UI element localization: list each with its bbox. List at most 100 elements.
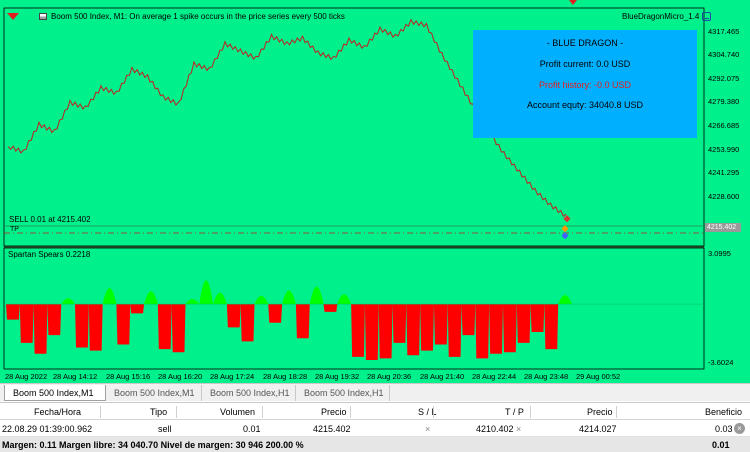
col-header[interactable]: Precio xyxy=(587,404,613,420)
col-header[interactable]: Volumen xyxy=(220,404,255,420)
indicator-tick: -3.6024 xyxy=(708,358,734,367)
expert-icon xyxy=(702,12,712,21)
current-price-tag: 4215.402 xyxy=(705,223,741,232)
indicator-bar xyxy=(185,298,200,305)
indicator-bar xyxy=(130,304,145,314)
indicator-bar xyxy=(378,304,393,359)
indicator-bar xyxy=(75,304,89,348)
indicator-bar xyxy=(406,304,421,356)
remove-tp-icon[interactable]: × xyxy=(516,421,521,437)
time-tick: 28 Aug 15:16 xyxy=(106,372,151,381)
time-tick: 28 Aug 17:24 xyxy=(210,372,255,381)
indicator-bar xyxy=(323,304,338,312)
indicator-bar xyxy=(544,304,559,350)
indicator-bar xyxy=(157,304,172,350)
chart-window[interactable]: Boom 500 Index, M1: On average 1 spike o… xyxy=(0,0,750,383)
chart-title: Boom 500 Index, M1: On average 1 spike o… xyxy=(39,12,345,21)
indicator-bar xyxy=(199,280,214,305)
indicator-bar xyxy=(144,291,158,305)
indicator-bar xyxy=(392,304,407,343)
time-tick: 28 Aug 16:20 xyxy=(158,372,203,381)
trade-marker xyxy=(563,215,571,223)
trade-markers xyxy=(561,215,571,240)
indicator-bar xyxy=(502,304,517,353)
indicator-bar xyxy=(254,295,269,305)
indicator-bar xyxy=(213,292,227,305)
price-tick: 4253.990 xyxy=(708,145,740,154)
indicator-bar xyxy=(268,304,283,323)
time-tick: 29 Aug 00:52 xyxy=(576,372,621,381)
indicator-bar xyxy=(309,286,324,305)
price-tick: 4317.465 xyxy=(708,27,740,36)
indicator-bar xyxy=(226,304,241,328)
trade-tp[interactable]: 4210.402 xyxy=(476,421,514,437)
indicator-bar xyxy=(337,294,352,305)
time-tick: 28 Aug 18:28 xyxy=(263,372,308,381)
profit-current: Profit current: 0.0 USD xyxy=(539,59,631,69)
sell-order-label[interactable]: SELL 0.01 at 4215.402 xyxy=(9,215,91,224)
chart-tab[interactable]: Boom 500 Index,M1 xyxy=(4,385,106,401)
indicator-tick: 3.0995 xyxy=(708,249,731,258)
indicator-name: Spartan Spears 0.2218 xyxy=(8,250,91,259)
indicator-bar xyxy=(364,304,379,360)
col-header[interactable]: Fecha/Hora xyxy=(34,404,81,420)
indicator-bar xyxy=(489,304,503,354)
indicator-bar xyxy=(447,304,462,357)
trade-volume: 0.01 xyxy=(243,424,261,434)
time-tick: 28 Aug 20:36 xyxy=(367,372,412,381)
tp-label[interactable]: TP xyxy=(10,226,19,233)
price-tick: 4241.295 xyxy=(708,168,740,177)
price-tick: 4292.075 xyxy=(708,74,740,83)
chart-tab[interactable]: Boom 500 Index,H1 xyxy=(296,385,390,401)
indicator-bar xyxy=(116,304,131,345)
trade-current-price: 4214.027 xyxy=(579,424,617,434)
col-header[interactable]: T / P xyxy=(505,404,524,420)
col-header[interactable]: Precio xyxy=(321,404,347,420)
indicator-bar xyxy=(461,304,476,336)
trade-profit: 0.03 xyxy=(715,424,733,434)
chart-tab[interactable]: Boom 500 Index,M1 xyxy=(106,385,202,401)
remove-sl-icon[interactable]: × xyxy=(425,421,430,437)
trade-price: 4215.402 xyxy=(313,424,351,434)
expert-advisor-label[interactable]: BlueDragonMicro_1.4 xyxy=(622,12,712,21)
summary-total: 0.01 xyxy=(712,440,730,450)
indicator-bar xyxy=(171,304,186,353)
indicator-bar xyxy=(33,304,48,354)
trade-type: sell xyxy=(158,424,172,434)
account-summary: Margen: 0.11 Margen libre: 34 040.70 Niv… xyxy=(0,437,750,452)
info-title: - BLUE DRAGON - xyxy=(546,38,624,48)
chart-tab[interactable]: Boom 500 Index,H1 xyxy=(202,385,296,401)
symbol-icon xyxy=(39,13,47,20)
time-tick: 28 Aug 23:48 xyxy=(524,372,569,381)
info-panel: - BLUE DRAGON - Profit current: 0.0 USD … xyxy=(473,30,697,138)
indicator-bar xyxy=(558,295,572,305)
price-tick: 4279.380 xyxy=(708,97,740,106)
one-click-trading-icon[interactable] xyxy=(7,13,19,20)
time-tick: 28 Aug 21:40 xyxy=(420,372,465,381)
indicator-bar xyxy=(295,304,310,339)
indicator-bar xyxy=(530,304,545,333)
profit-history: Profit history: -0.0 USD xyxy=(538,80,632,90)
trade-header-row: Fecha/Hora Tipo Volumen Precio S / L T /… xyxy=(0,404,750,420)
chart-tabs: Boom 500 Index,M1 Boom 500 Index,M1 Boom… xyxy=(0,383,750,401)
indicator-bar xyxy=(61,298,76,305)
indicator-bar xyxy=(282,290,296,305)
indicator-bar xyxy=(240,304,255,342)
time-tick: 28 Aug 14:12 xyxy=(53,372,98,381)
account-equity: Account equty: 34040.8 USD xyxy=(526,100,644,110)
trade-panel: Fecha/Hora Tipo Volumen Precio S / L T /… xyxy=(0,402,750,452)
price-tick: 4266.685 xyxy=(708,121,740,130)
margin-summary: Margen: 0.11 Margen libre: 34 040.70 Niv… xyxy=(2,440,304,450)
price-tick: 4304.740 xyxy=(708,50,740,59)
indicator-bar xyxy=(433,304,448,345)
chart-shift-marker[interactable] xyxy=(569,0,577,5)
close-position-icon[interactable]: × xyxy=(734,423,745,434)
indicator-bar xyxy=(88,304,103,351)
col-header[interactable]: Tipo xyxy=(150,404,167,420)
table-row[interactable]: 22.08.29 01:39:00.962 sell 0.01 4215.402… xyxy=(0,421,750,437)
time-tick: 28 Aug 2022 xyxy=(5,372,48,381)
indicator-bar xyxy=(475,304,490,359)
indicator-bar xyxy=(19,304,34,343)
col-header[interactable]: Beneficio xyxy=(705,404,742,420)
time-tick: 28 Aug 19:32 xyxy=(315,372,360,381)
